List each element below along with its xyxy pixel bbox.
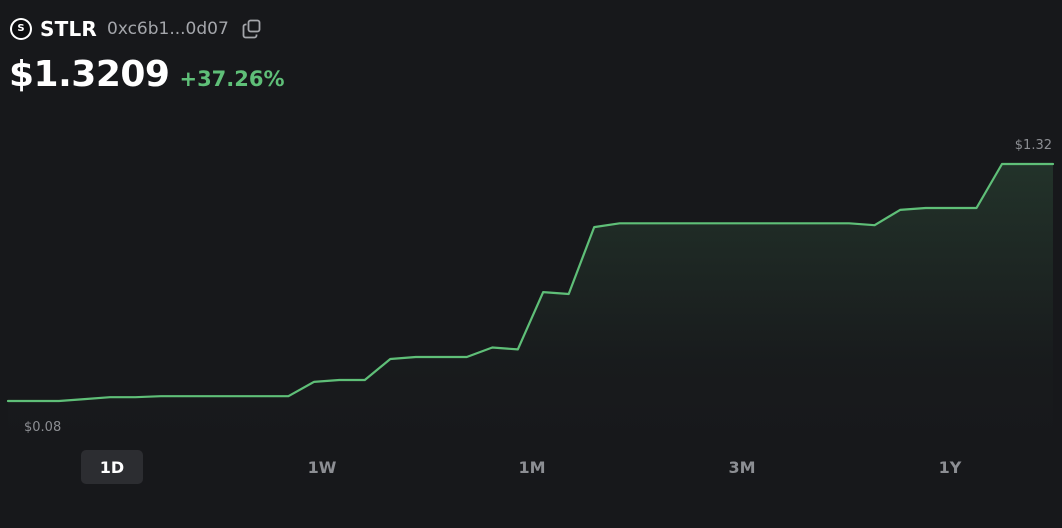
token-header: S STLR 0xc6b1...0d07 xyxy=(10,16,263,42)
token-logo-letter: S xyxy=(12,20,30,38)
chart-min-label: $0.08 xyxy=(24,420,61,435)
range-tab-1y[interactable]: 1Y xyxy=(919,450,981,484)
chart-area-fill xyxy=(8,164,1053,441)
token-symbol: STLR xyxy=(40,17,97,41)
time-range-selector: 1D 1W 1M 3M 1Y xyxy=(0,450,1062,484)
price-row: $1.3209 +37.26% xyxy=(9,54,285,95)
token-address: 0xc6b1...0d07 xyxy=(107,19,229,39)
chart-max-label: $1.32 xyxy=(1015,138,1052,153)
current-price: $1.3209 xyxy=(9,54,170,95)
range-tab-1d[interactable]: 1D xyxy=(81,450,143,484)
copy-icon[interactable] xyxy=(241,18,263,40)
range-tab-1m[interactable]: 1M xyxy=(501,450,563,484)
price-chart[interactable]: $1.32 $0.08 xyxy=(0,120,1062,450)
price-change: +37.26% xyxy=(179,67,285,91)
range-tab-3m[interactable]: 3M xyxy=(711,450,773,484)
range-tab-1w[interactable]: 1W xyxy=(291,450,353,484)
token-logo-icon: S xyxy=(10,18,32,40)
